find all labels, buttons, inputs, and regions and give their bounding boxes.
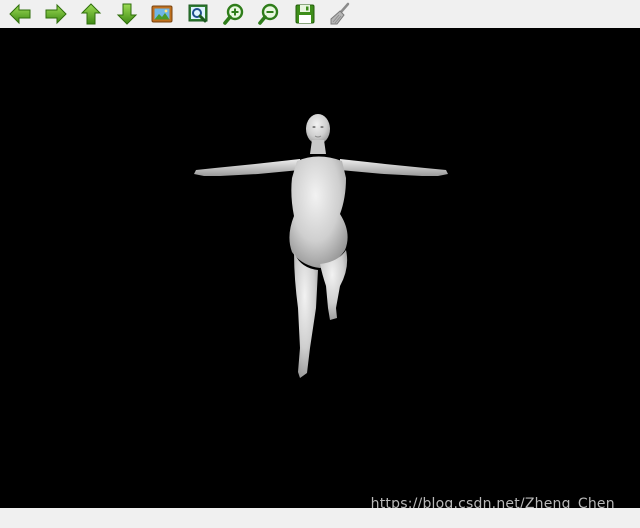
zoom-out-button[interactable] [253, 0, 285, 28]
back-button[interactable] [4, 0, 36, 28]
picture-icon [151, 5, 173, 23]
clear-button[interactable] [324, 0, 356, 28]
forward-button[interactable] [40, 0, 72, 28]
zoom-in-icon [222, 3, 243, 25]
status-bar [0, 508, 640, 528]
arrow-up-icon [80, 3, 102, 25]
render-viewport[interactable]: https://blog.csdn.net/Zheng_Chen_ [0, 28, 640, 508]
viewer-window: https://blog.csdn.net/Zheng_Chen_ [0, 0, 640, 528]
down-button[interactable] [111, 0, 143, 28]
arrow-left-icon [9, 3, 31, 25]
arrow-right-icon [45, 3, 67, 25]
up-button[interactable] [75, 0, 107, 28]
body-model [194, 114, 448, 378]
save-button[interactable] [289, 0, 321, 28]
save-icon [295, 4, 315, 24]
zoom-fit-icon [188, 4, 208, 23]
watermark-text: https://blog.csdn.net/Zheng_Chen_ [370, 496, 622, 508]
zoom-out-icon [258, 3, 279, 25]
broom-icon [330, 2, 350, 25]
toolbar [0, 0, 640, 28]
zoom-fit-button[interactable] [182, 0, 214, 28]
image-button[interactable] [146, 0, 178, 28]
arrow-down-icon [116, 3, 137, 25]
zoom-in-button[interactable] [218, 0, 250, 28]
